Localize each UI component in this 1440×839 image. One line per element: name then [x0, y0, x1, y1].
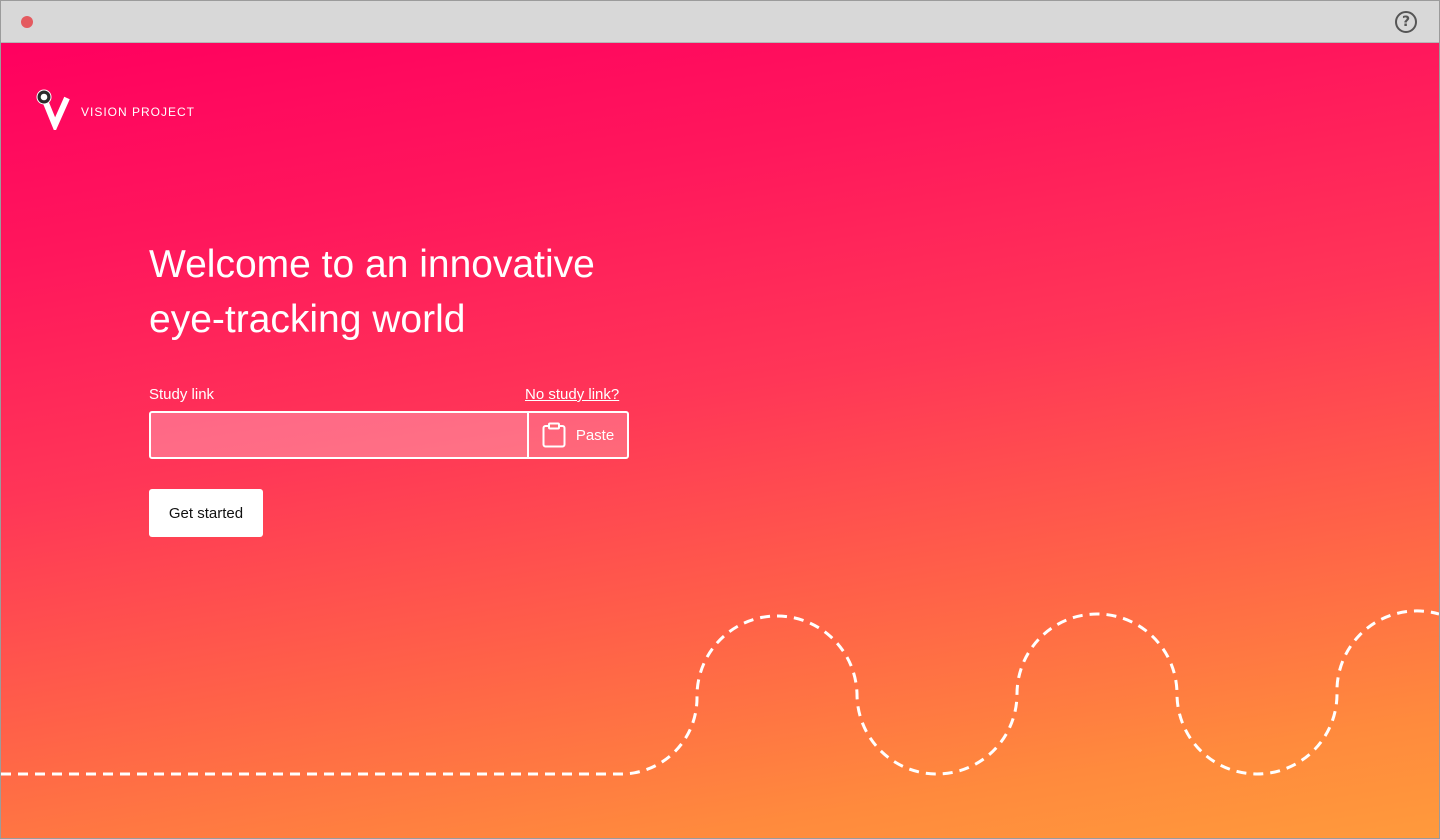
help-icon[interactable]: ?: [1395, 11, 1417, 33]
app-window: ? VISION PROJECT Welcome to an innovativ…: [0, 0, 1440, 839]
close-window-button[interactable]: [21, 16, 33, 28]
welcome-screen: VISION PROJECT Welcome to an innovative …: [1, 43, 1439, 838]
title-bar: ?: [1, 1, 1439, 43]
dashed-wave-decoration: [1, 609, 1439, 776]
